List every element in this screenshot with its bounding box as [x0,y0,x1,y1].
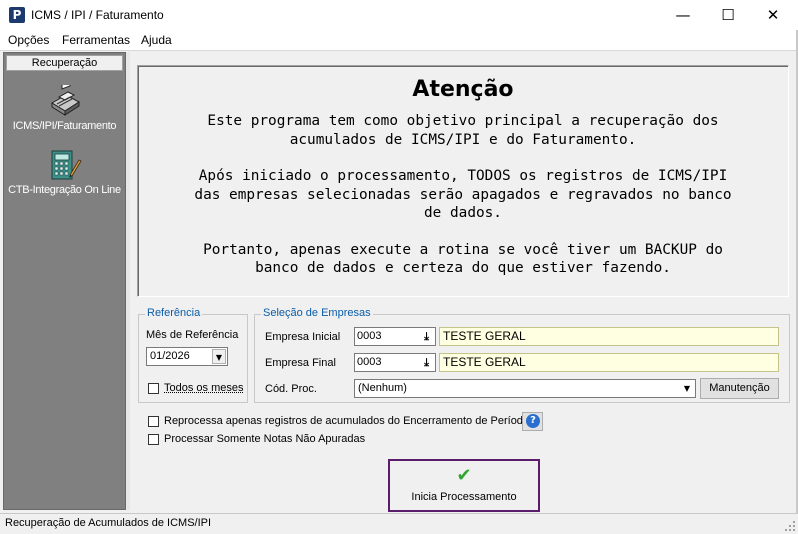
download-arrow-icon[interactable]: ⤓ [419,355,434,370]
somente-nao-apuradas-checkbox[interactable] [148,434,159,445]
notice-paragraph-2: Após iniciado o processamento, TODOS os … [138,167,788,223]
inicia-processamento-button[interactable]: ✔ Inicia Processamento [388,459,540,512]
notice-line: das empresas selecionadas serão apagados… [194,186,732,203]
empresa-final-label: Empresa Final [265,357,336,369]
minimize-button[interactable]: — [660,0,706,30]
notice-paragraph-1: Este programa tem como objetivo principa… [138,112,788,149]
menu-bar: Opções Ferramentas Ajuda [0,30,798,50]
sidebar-item-icms[interactable]: ICMS/IPI/Faturamento [4,78,125,132]
notice-line: Após iniciado o processamento, TODOS os … [198,168,728,184]
close-button[interactable]: ✕ [750,0,796,30]
title-bar: P ICMS / IPI / Faturamento — ☐ ✕ [0,0,798,30]
empresa-final-name: TESTE GERAL [439,353,779,372]
empresa-inicial-label: Empresa Inicial [265,331,341,343]
chevron-down-icon[interactable]: ▼ [212,349,226,364]
reprocessa-checkbox[interactable] [148,416,159,427]
mes-referencia-select[interactable]: 01/2026 ▼ [146,347,228,366]
cod-proc-label: Cód. Proc. [265,383,317,395]
sidebar-header[interactable]: Recuperação [6,55,123,71]
maximize-button[interactable]: ☐ [705,0,751,30]
menu-opcoes[interactable]: Opções [8,33,49,47]
cash-register-icon [48,78,82,117]
notice-line: banco de dados e certeza do que estiver … [255,260,671,276]
sidebar-item-icms-label: ICMS/IPI/Faturamento [12,120,117,132]
referencia-legend: Referência [145,307,203,319]
menu-ajuda[interactable]: Ajuda [141,33,172,47]
resize-grip-icon[interactable] [784,520,796,532]
download-arrow-icon[interactable]: ⤓ [419,329,434,344]
status-text: Recuperação de Acumulados de ICMS/IPI [5,517,212,529]
empresa-inicial-code[interactable]: 0003 ⤓ [354,327,436,346]
cod-proc-value: (Nenhum) [358,382,407,394]
sidebar-item-ctb[interactable]: CTB-Integração On Line [4,149,125,196]
mes-referencia-value: 01/2026 [150,350,190,362]
notice-line: de dados. [424,205,502,221]
calculator-icon [48,149,82,181]
todos-meses-checkbox[interactable] [148,383,159,394]
todos-meses-label[interactable]: Todos os meses [164,382,243,394]
reprocessa-label[interactable]: Reprocessa apenas registros de acumulado… [164,415,529,427]
empresa-final-code-value: 0003 [357,356,382,368]
manutencao-button[interactable]: Manutenção [700,378,779,399]
empresa-inicial-code-value: 0003 [357,330,382,342]
inicia-processamento-label: Inicia Processamento [411,491,517,503]
help-button[interactable]: ? [522,412,543,431]
window-title: ICMS / IPI / Faturamento [31,8,164,22]
checkmark-icon: ✔ [456,465,472,486]
app-icon: P [9,7,25,23]
notice-line: Este programa tem como objetivo principa… [207,113,719,129]
status-bar: Recuperação de Acumulados de ICMS/IPI [0,513,798,534]
chevron-down-icon[interactable]: ▼ [680,381,694,396]
empresas-legend: Seleção de Empresas [261,307,373,319]
notice-panel: Atenção Este programa tem como objetivo … [137,65,789,297]
cod-proc-select[interactable]: (Nenhum) ▼ [354,379,696,398]
empresa-final-code[interactable]: 0003 ⤓ [354,353,436,372]
mes-referencia-label: Mês de Referência [146,329,239,341]
menu-ferramentas[interactable]: Ferramentas [62,33,130,47]
help-icon: ? [526,414,540,428]
sidebar-item-ctb-label: CTB-Integração On Line [8,184,121,196]
somente-nao-apuradas-label[interactable]: Processar Somente Notas Não Apuradas [164,433,365,445]
notice-title: Atenção [412,77,514,102]
empresa-inicial-name: TESTE GERAL [439,327,779,346]
notice-line: Portanto, apenas execute a rotina se voc… [203,241,723,258]
sidebar: Recuperação ICMS/IPI/Faturamento CTB-Int… [3,52,126,510]
notice-line: acumulados de ICMS/IPI e do Faturamento. [289,131,637,148]
splitter[interactable] [126,52,130,510]
notice-paragraph-3: Portanto, apenas execute a rotina se voc… [138,241,788,278]
